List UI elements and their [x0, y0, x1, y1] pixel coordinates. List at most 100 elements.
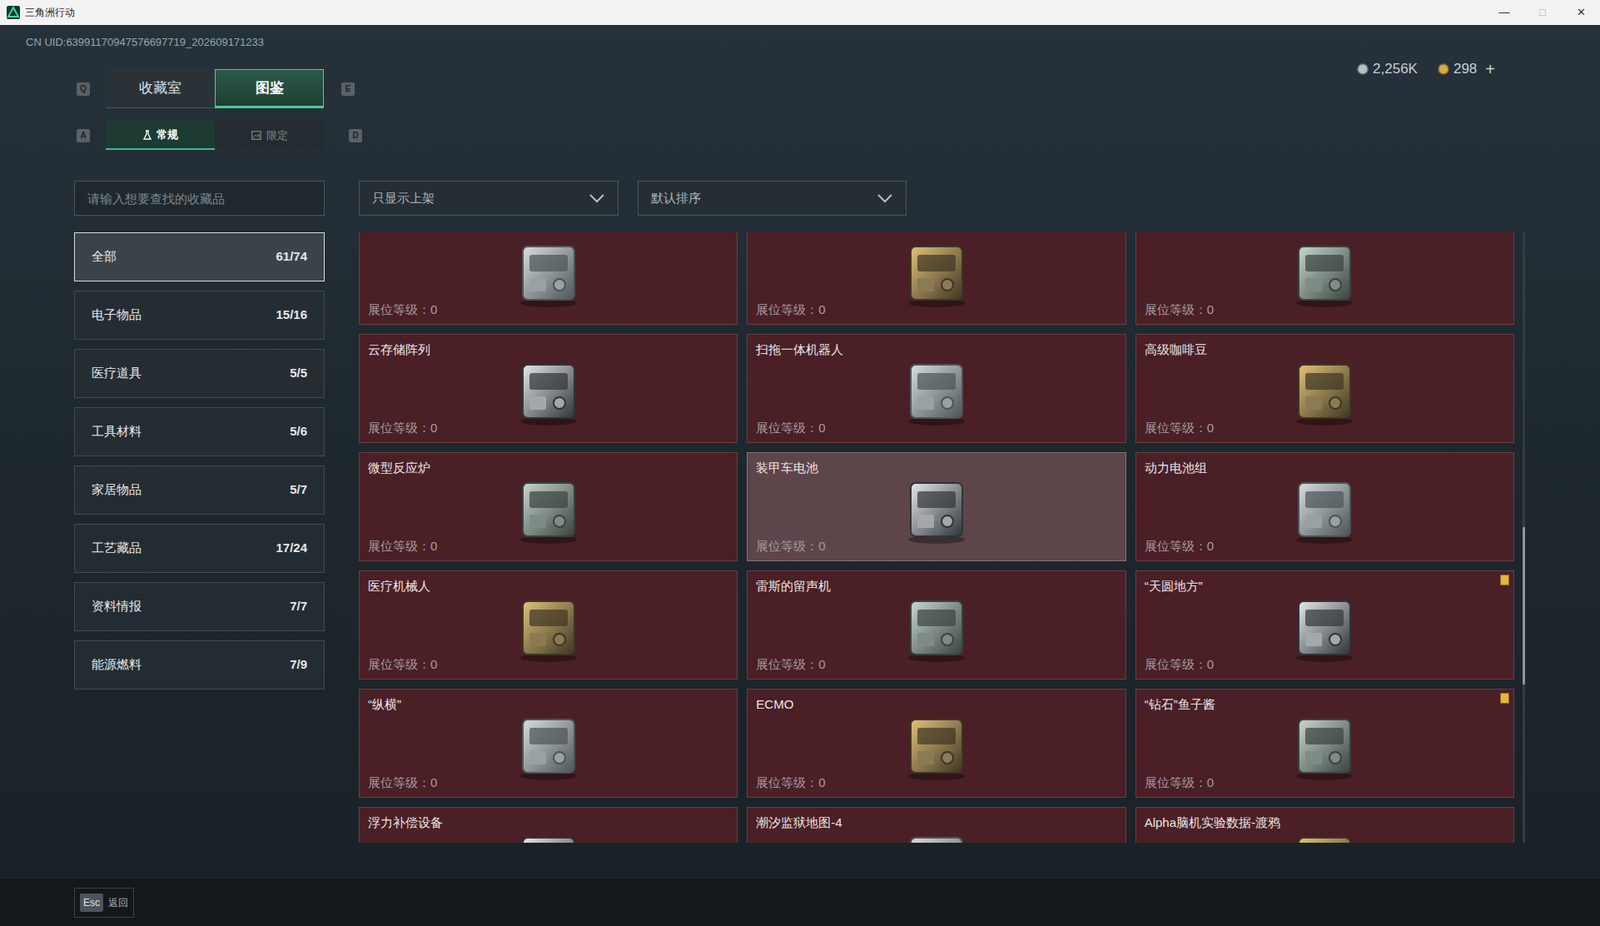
subtab[interactable]: 常规 [105, 120, 215, 150]
exhibit-level: 展位等级：0 [755, 773, 1117, 793]
item-name: 医疗机械人 [367, 576, 729, 597]
key-hint: Esc [79, 893, 104, 912]
filter-dropdown[interactable]: 默认排序 [637, 180, 907, 216]
exhibit-level: 展位等级：0 [1144, 655, 1506, 675]
category-label: 电子物品 [91, 305, 142, 325]
collection-card[interactable]: 潮汐监狱地图-4 [746, 806, 1126, 843]
currency-item: 298 [1437, 58, 1477, 80]
category-item[interactable]: 家居物品5/7 [74, 465, 325, 515]
category-item[interactable]: 医疗道具5/5 [74, 348, 325, 398]
gold-coin-icon [1437, 63, 1450, 75]
silver-coin-icon [1356, 63, 1369, 75]
content-row: 全部61/74 电子物品15/16 医疗道具5/5 工具材料5/6 家居物品5/7 工艺藏… [0, 232, 1600, 843]
item-name: ECMO [755, 695, 1117, 715]
collection-card[interactable]: 雷斯的留声机展位等级：0 [746, 570, 1126, 680]
exhibit-level: 展位等级：0 [367, 773, 729, 793]
search-input[interactable] [74, 180, 325, 216]
item-image-icon [1278, 347, 1371, 428]
uid-row: CN UID:63991170947576697719_202609171233 [0, 24, 1600, 50]
flask-icon [143, 129, 152, 140]
category-label: 资料情报 [91, 596, 142, 617]
category-label: 工艺藏品 [91, 538, 142, 558]
category-count: 5/5 [289, 363, 308, 383]
subtab-row: A常规限定D [0, 120, 1600, 150]
window-control-button[interactable]: ✕ [1561, 0, 1600, 25]
exhibit-level: 展位等级：0 [755, 655, 1117, 675]
collection-card[interactable]: “纵横” 展位等级：0 [358, 688, 738, 798]
collection-card[interactable]: 装甲车电池展位等级：0 [746, 452, 1126, 562]
item-name: 微型反应炉 [367, 458, 729, 478]
item-name: “纵横” [367, 695, 729, 715]
exhibit-level: 展位等级：0 [755, 300, 1117, 320]
filter-row: 只显示上架 默认排序 [0, 180, 1600, 216]
item-image-icon [1278, 702, 1371, 783]
exhibit-level: 展位等级：0 [755, 536, 1117, 557]
window-title: 三角洲行动 [24, 4, 75, 20]
tab[interactable]: 图鉴 [214, 69, 324, 109]
category-item[interactable]: 能源燃料7/9 [74, 640, 325, 690]
collection-card[interactable]: “天圆地方”展位等级：0 [1135, 570, 1515, 680]
collection-card[interactable]: 展位等级：0 [746, 232, 1126, 325]
item-image-icon [502, 584, 595, 665]
bottom-bar: Esc返回 [0, 877, 1600, 926]
collection-card[interactable]: 扫拖一体机器人展位等级：0 [746, 333, 1126, 443]
item-name: 高级咖啡豆 [1144, 340, 1506, 360]
category-count: 7/7 [289, 596, 308, 617]
collection-card[interactable]: 展位等级：0 [358, 232, 738, 325]
category-item[interactable]: 电子物品15/16 [74, 290, 325, 340]
item-name: 装甲车电池 [755, 458, 1117, 478]
category-item[interactable]: 工艺藏品 17/24 [74, 523, 325, 573]
item-image-icon [890, 820, 983, 843]
collection-card[interactable]: ECMO 展位等级：0 [746, 688, 1126, 798]
add-currency-button[interactable]: + [1485, 60, 1496, 78]
item-grid: 展位等级：0展位等级：0展位等级：0云存储阵列展位等级：0扫拖一体机器人展位等级… [358, 232, 1515, 843]
exhibit-level: 展位等级：0 [1144, 418, 1506, 438]
category-count: 17/24 [275, 538, 308, 558]
tab[interactable]: 收藏室 [105, 69, 215, 109]
scrollbar-thumb[interactable] [1522, 526, 1526, 685]
window-control-button[interactable]: — [1485, 0, 1524, 25]
collection-card[interactable]: 医疗机械人展位等级：0 [358, 570, 738, 680]
collection-card[interactable]: 动力电池组展位等级：0 [1135, 452, 1515, 562]
collection-card[interactable]: 云存储阵列展位等级：0 [358, 333, 738, 443]
item-name: “钻石”鱼子酱 [1144, 695, 1506, 715]
exhibit-level: 展位等级：0 [367, 418, 729, 438]
key-hint: E [341, 82, 355, 96]
category-item[interactable]: 工具材料5/6 [74, 407, 325, 457]
collection-card[interactable]: 高级咖啡豆展位等级：0 [1135, 333, 1515, 443]
item-image-icon [502, 820, 595, 843]
window-control-button[interactable]: □ [1523, 0, 1562, 25]
item-image-icon [1278, 466, 1371, 547]
subtab[interactable]: 限定 [214, 120, 324, 150]
item-name: Alpha脑机实验数据-渡鸦 [1144, 813, 1506, 833]
exhibit-level: 展位等级：0 [367, 536, 729, 557]
collection-card[interactable]: 浮力补偿设备 [358, 806, 738, 843]
main-area: CN UID:63991170947576697719_202609171233… [0, 24, 1600, 878]
collection-card[interactable]: Alpha脑机实验数据-渡鸦 [1135, 806, 1515, 843]
key-hint: A [76, 129, 90, 143]
collection-card[interactable]: 微型反应炉展位等级：0 [358, 452, 738, 562]
tab-group: 收藏室图鉴 [105, 69, 324, 109]
collection-card[interactable]: “钻石”鱼子酱展位等级：0 [1135, 688, 1515, 798]
category-item[interactable]: 全部61/74 [74, 232, 325, 282]
item-image-icon [890, 466, 983, 547]
category-label: 能源燃料 [91, 655, 142, 675]
item-name: 潮汐监狱地图-4 [755, 813, 1117, 833]
filter-dropdown[interactable]: 只显示上架 [358, 180, 619, 216]
scrollbar-track[interactable] [1522, 232, 1526, 843]
item-image-icon [502, 232, 595, 310]
category-count: 61/74 [275, 247, 308, 267]
category-item[interactable]: 资料情报 7/7 [74, 581, 325, 632]
item-image-icon [890, 232, 983, 310]
window-controls: —□✕ [1485, 0, 1600, 25]
currency-bar: 2,256K298+ [1356, 59, 1496, 79]
item-image-icon [502, 466, 595, 547]
new-flag-badge [1500, 692, 1510, 704]
collection-card[interactable]: 展位等级：0 [1135, 232, 1515, 325]
item-image-icon [1278, 584, 1371, 665]
dropdown-value: 只显示上架 [372, 188, 435, 209]
exhibit-level: 展位等级：0 [755, 418, 1117, 438]
currency-amount: 298 [1453, 58, 1477, 80]
image-icon [251, 130, 262, 140]
back-button[interactable]: Esc返回 [74, 887, 135, 918]
